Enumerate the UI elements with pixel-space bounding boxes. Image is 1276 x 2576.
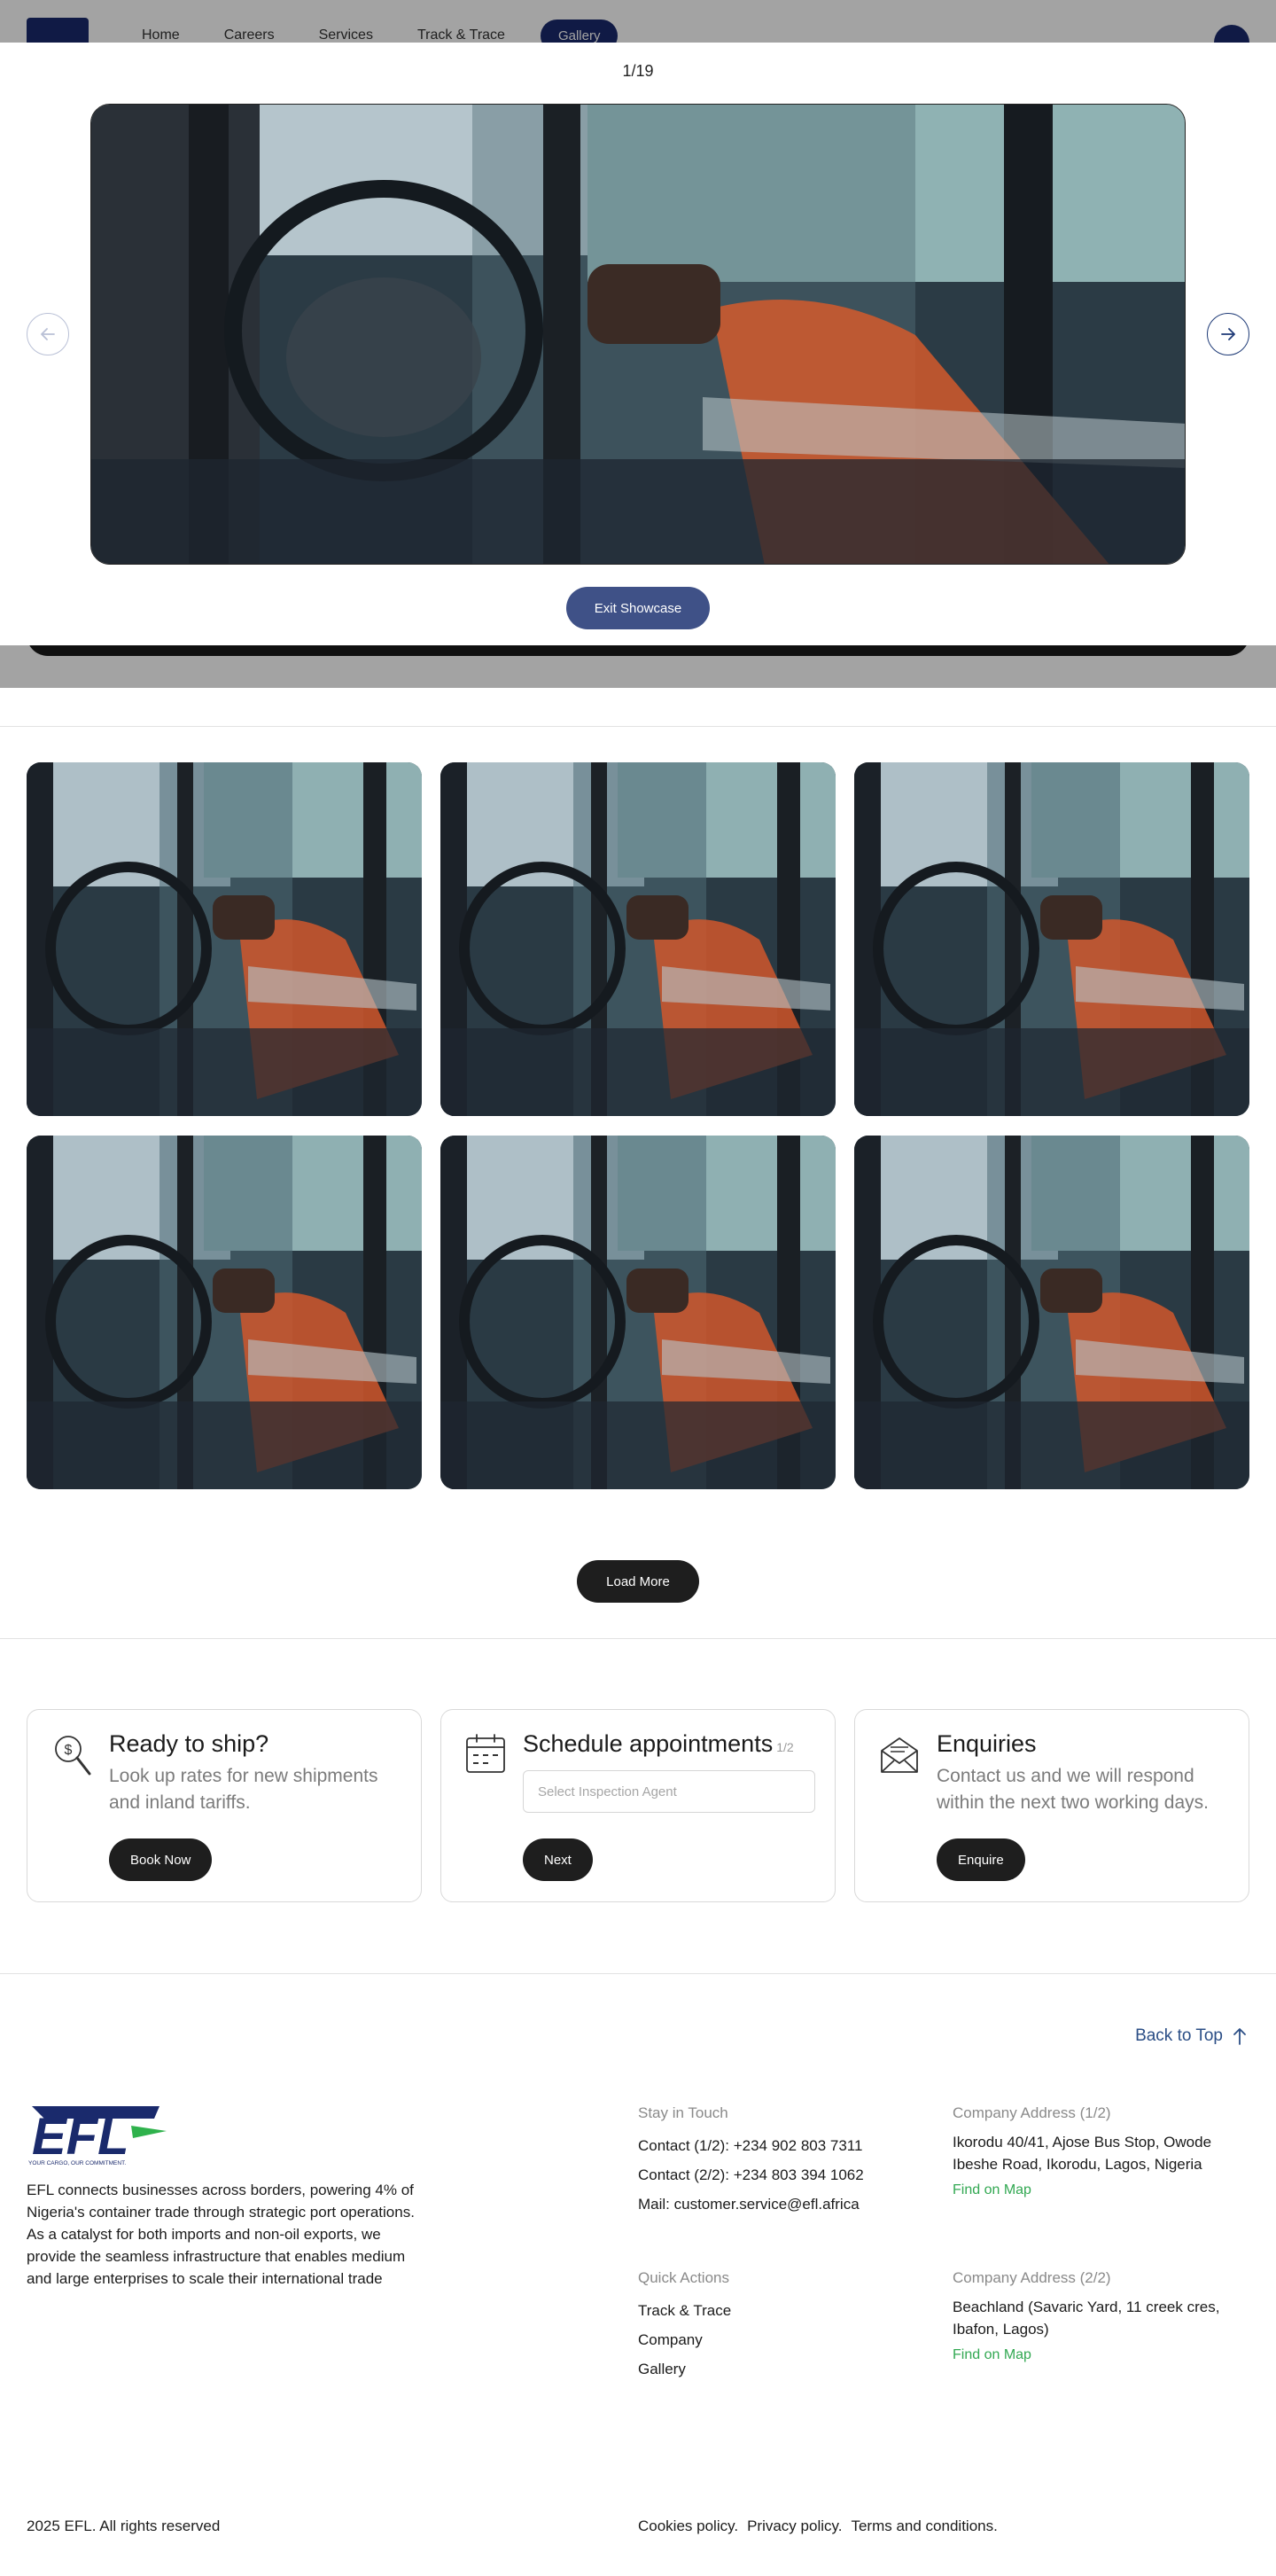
next-slide-button[interactable]	[1207, 313, 1249, 355]
quick-actions-heading: Quick Actions	[638, 2269, 729, 2286]
ship-card-text: Look up rates for new shipments and inla…	[109, 1766, 378, 1814]
contact-1[interactable]: Contact (1/2): +234 902 803 7311	[638, 2131, 864, 2160]
enquiries-card-text: Contact us and we will respond within th…	[937, 1766, 1209, 1814]
showcase-image	[90, 104, 1186, 565]
back-to-top-label: Back to Top	[1135, 2026, 1223, 2045]
showcase-modal: 1/19 Exit Showcase	[0, 43, 1276, 645]
company-description: EFL connects businesses across borders, …	[27, 2182, 415, 2287]
magnifier-dollar-icon: $	[55, 1736, 91, 1776]
gallery-tile[interactable]	[854, 762, 1249, 1116]
page: Home Careers Services Track & Trace Gall…	[0, 0, 1276, 2576]
section-divider	[0, 726, 1276, 727]
stay-in-touch: Stay in Touch Contact (1/2): +234 902 80…	[638, 2104, 864, 2219]
section-divider	[0, 1973, 1276, 1974]
back-to-top-link[interactable]: Back to Top	[1135, 2026, 1248, 2046]
slide-counter: 1/19	[622, 62, 654, 80]
gallery-tile[interactable]	[854, 1136, 1249, 1489]
svg-text:$: $	[65, 1743, 73, 1758]
load-more-button[interactable]: Load More	[577, 1560, 699, 1603]
gallery-tile[interactable]	[27, 762, 422, 1116]
arrow-up-icon	[1233, 2028, 1246, 2045]
privacy-policy-link[interactable]: Privacy policy.	[747, 2517, 842, 2535]
arrow-right-icon	[1221, 328, 1235, 340]
address-1-heading: Company Address (1/2)	[953, 2104, 1111, 2121]
gallery-tile[interactable]	[27, 1136, 422, 1489]
exit-showcase-button[interactable]: Exit Showcase	[566, 587, 710, 629]
address-2-map-link[interactable]: Find on Map	[953, 2347, 1254, 2363]
ship-card: $ Ready to ship? Look up rates for new s…	[27, 1709, 422, 1902]
quick-actions: Quick Actions Track & Trace Company Gall…	[638, 2269, 731, 2384]
address-2-heading: Company Address (2/2)	[953, 2269, 1111, 2286]
company-address-2: Company Address (2/2) Beachland (Savaric…	[953, 2269, 1254, 2363]
gallery-tile[interactable]	[440, 762, 836, 1116]
address-1-text: Ikorodu 40/41, Ajose Bus Stop, Owode Ibe…	[953, 2134, 1212, 2173]
inspection-agent-select[interactable]: Select Inspection Agent	[523, 1770, 815, 1814]
schedule-step: 1/2	[776, 1740, 794, 1754]
enquiries-card-title: Enquiries	[937, 1730, 1037, 1757]
enquire-button[interactable]: Enquire	[937, 1838, 1025, 1881]
stay-in-touch-heading: Stay in Touch	[638, 2104, 728, 2121]
quick-link-track-trace[interactable]: Track & Trace	[638, 2296, 731, 2325]
schedule-card: Schedule appointments 1/2 Select Inspecti…	[440, 1709, 836, 1902]
section-divider	[0, 1638, 1276, 1639]
logo-text: EFL	[32, 2108, 129, 2166]
logo-tagline: YOUR CARGO, OUR COMMITMENT.	[28, 2160, 126, 2166]
cookies-policy-link[interactable]: Cookies policy.	[638, 2517, 738, 2535]
ship-card-title: Ready to ship?	[109, 1730, 269, 1757]
schedule-card-title: Schedule appointments 1/2	[523, 1729, 813, 1758]
arrow-left-icon	[41, 328, 55, 340]
company-address-1: Company Address (1/2) Ikorodu 40/41, Ajo…	[953, 2104, 1254, 2198]
copyright: 2025 EFL. All rights reserved	[27, 2517, 221, 2534]
quick-link-gallery[interactable]: Gallery	[638, 2354, 731, 2384]
book-now-button[interactable]: Book Now	[109, 1838, 213, 1881]
policy-links: Cookies policy. Privacy policy. Terms an…	[638, 2517, 998, 2535]
gallery-grid	[27, 762, 1249, 1489]
action-cards: $ Ready to ship? Look up rates for new s…	[27, 1709, 1249, 1902]
contact-2[interactable]: Contact (2/2): +234 803 394 1062	[638, 2160, 864, 2190]
efl-logo[interactable]: EFL YOUR CARGO, OUR COMMITMENT.	[27, 2099, 168, 2166]
calendar-icon	[466, 1734, 505, 1773]
address-2-text: Beachland (Savaric Yard, 11 creek cres, …	[953, 2299, 1220, 2338]
mail-link[interactable]: Mail: customer.service@efl.africa	[638, 2190, 864, 2219]
gallery-tile[interactable]	[440, 1136, 836, 1489]
enquiries-card: Enquiries Contact us and we will respond…	[854, 1709, 1249, 1902]
quick-link-company[interactable]: Company	[638, 2325, 731, 2354]
next-button[interactable]: Next	[523, 1838, 593, 1881]
previous-slide-button[interactable]	[27, 313, 69, 355]
schedule-title-text: Schedule appointments	[523, 1730, 774, 1757]
terms-link[interactable]: Terms and conditions.	[851, 2517, 997, 2535]
address-1-map-link[interactable]: Find on Map	[953, 2182, 1254, 2198]
envelope-icon	[881, 1737, 918, 1773]
